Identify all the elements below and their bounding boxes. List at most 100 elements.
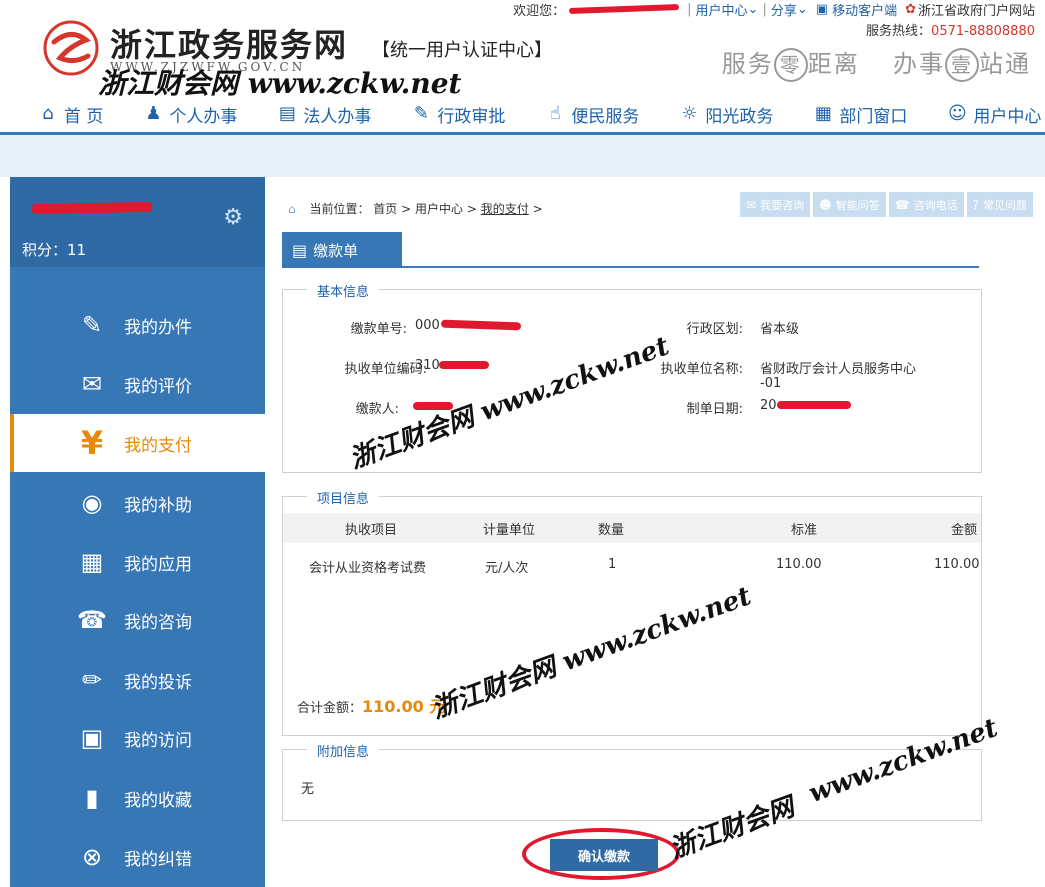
unit-name-value: 省财政厅会计人员服务中心 (760, 362, 917, 377)
home-icon[interactable]: ⌂ (288, 202, 296, 216)
sidebar-item-label: 我的收藏 (124, 790, 192, 811)
sidebar-item-my-consultations[interactable]: ☎ 我的咨询 (10, 591, 265, 649)
consult-button[interactable]: ✉ 我要咨询 (740, 192, 811, 217)
sidebar-item-my-corrections[interactable]: ⊗ 我的纠错 (10, 828, 265, 886)
mobile-client-link[interactable]: 移动客户端 (832, 0, 897, 19)
sidebar-item-label: 我的投诉 (124, 672, 192, 693)
breadcrumb: ⌂ 当前位置： 首页 > 用户中心 > 我的支付 > (288, 200, 543, 217)
header-band (0, 135, 1045, 177)
nav-home[interactable]: ⌂ 首 页 (38, 102, 103, 127)
close-circle-icon: ⊗ (81, 843, 103, 871)
smart-qa-button[interactable]: ☻ 智能问答 (813, 192, 886, 217)
breadcrumb-separator: > (532, 202, 543, 216)
cell-standard: 110.00 (776, 557, 822, 572)
nav-label: 首 页 (64, 106, 104, 127)
nav-approval[interactable]: ✎ 行政审批 (411, 102, 506, 127)
sidebar-item-label: 我的支付 (124, 435, 192, 456)
hotline-button[interactable]: ☎ 咨询电话 (888, 192, 964, 217)
chevron-down-icon[interactable]: ⌄ (797, 2, 808, 17)
tool-label: 智能问答 (835, 198, 880, 212)
sidebar-item-my-complaints[interactable]: ✏ 我的投诉 (10, 651, 265, 709)
sidebar: ⚙ 积分：11 ✎ 我的办件 ✉ 我的评价 ¥ 我的支付 ◉ 我的补助 ▦ 我的应用 ☎ 我… (10, 177, 265, 887)
sidebar-item-my-cases[interactable]: ✎ 我的办件 (10, 296, 265, 354)
sun-icon: ☼ (681, 103, 698, 124)
extra-info-section: 附加信息 无 (282, 741, 982, 821)
share-link[interactable]: 分享 (771, 0, 797, 19)
unit-name-label: 执收单位名称: (660, 362, 743, 377)
sidebar-item-my-reviews[interactable]: ✉ 我的评价 (10, 355, 265, 413)
payment-no-label: 缴款单号: (350, 322, 407, 337)
basic-info-section: 基本信息 缴款单号: 000 行政区划: 省本级 执收单位编码: 310 执收单… (282, 281, 982, 473)
tool-label: 咨询电话 (913, 198, 958, 212)
cell-amount: 110.00 (934, 557, 980, 572)
slogan-part: 站通 (979, 50, 1031, 78)
nav-label: 用户中心 (973, 106, 1042, 127)
confirm-payment-button[interactable]: 确认缴款 (550, 839, 658, 871)
sidebar-item-label: 我的访问 (124, 730, 192, 751)
region-value: 省本级 (760, 322, 800, 337)
nav-user-center[interactable]: ☺ 用户中心 (947, 102, 1041, 127)
breadcrumb-separator: > (466, 202, 477, 216)
sidebar-item-my-favorites[interactable]: ▮ 我的收藏 (10, 769, 265, 827)
portal-link[interactable]: 浙江省政府门户网站 (918, 0, 1035, 19)
sidebar-item-my-apps[interactable]: ▦ 我的应用 (10, 533, 265, 591)
slogan-circle: 壹 (945, 48, 979, 82)
sidebar-item-my-subsidies[interactable]: ◉ 我的补助 (10, 474, 265, 532)
question-icon: ? (972, 197, 979, 212)
sidebar-item-label: 我的应用 (124, 554, 192, 575)
robot-icon: ☻ (819, 197, 832, 212)
redaction-mark (440, 319, 522, 331)
total-label: 合计金额： (297, 701, 363, 716)
sidebar-item-my-payments[interactable]: ¥ 我的支付 (10, 414, 265, 472)
user-center-link[interactable]: 用户中心 (696, 0, 748, 19)
breadcrumb-home[interactable]: 首页 (373, 202, 397, 216)
chevron-down-icon[interactable]: ⌄ (748, 2, 759, 17)
date-label: 制单日期: (686, 402, 743, 417)
welcome-text: 欢迎您： (513, 3, 566, 19)
total-amount: 合计金额：110.00 元 (297, 693, 445, 717)
faq-button[interactable]: ? 常见问题 (966, 192, 1033, 217)
nav-personal[interactable]: ♟ 个人办事 (143, 102, 237, 127)
breadcrumb-current[interactable]: 我的支付 (481, 202, 529, 216)
home-icon: ⌂ (42, 103, 54, 124)
nav-label: 部门窗口 (839, 106, 908, 127)
sidebar-item-label: 我的补助 (124, 495, 192, 516)
slogan-part: 距离 (807, 50, 860, 78)
nav-sunshine[interactable]: ☼ 阳光政务 (679, 102, 773, 127)
nav-departments[interactable]: ▦ 部门窗口 (813, 102, 908, 127)
redaction-mark (413, 402, 453, 410)
sidebar-item-my-visits[interactable]: ▣ 我的访问 (10, 709, 265, 767)
sidebar-item-label: 我的办件 (124, 317, 192, 338)
form-title-tab: ▤ 缴款单 (282, 232, 402, 268)
cell-unit: 元/人次 (485, 561, 529, 576)
payer-label: 缴款人: (355, 402, 399, 417)
phone-icon: ☎ (894, 197, 910, 212)
comment-icon: ✉ (81, 370, 103, 398)
breadcrumb-user-center[interactable]: 用户中心 (415, 202, 463, 216)
slogan-circle: 零 (773, 48, 808, 82)
redacted-username (569, 4, 680, 14)
nav-legal-person[interactable]: ▤ 法人办事 (277, 102, 372, 127)
redaction-mark (439, 361, 489, 369)
top-bar: 欢迎您： | 用户中心 ⌄ | 分享 ⌄ ▣ 移动客户端 ✿ 浙江省政府门户网站 (513, 0, 1035, 19)
redacted-username (31, 201, 153, 215)
site-logo-icon[interactable] (40, 20, 102, 76)
column-header: 标准 (791, 523, 818, 538)
page-title: 缴款单 (313, 241, 359, 260)
service-hotline: 服务热线：0571-88808880 (866, 20, 1035, 39)
nav-convenience[interactable]: ☝ 便民服务 (545, 102, 639, 127)
mobile-icon: ▣ (815, 1, 829, 17)
sidebar-item-label: 我的纠错 (124, 849, 192, 870)
user-box: ⚙ 积分：11 (10, 177, 265, 267)
phone-icon: ☎ (77, 606, 107, 634)
user-score: 积分：11 (22, 241, 87, 259)
gear-icon[interactable]: ⚙ (223, 205, 243, 230)
form-title-bar: ▤ 缴款单 (282, 232, 979, 268)
nav-label: 行政审批 (437, 106, 506, 127)
total-value: 110.00 元 (362, 697, 446, 716)
chat-icon: ✉ (746, 197, 757, 212)
date-value: 20 (760, 398, 777, 413)
tool-label: 常见问题 (983, 198, 1027, 212)
window-icon: ▣ (80, 724, 104, 752)
yen-icon: ¥ (80, 424, 104, 462)
